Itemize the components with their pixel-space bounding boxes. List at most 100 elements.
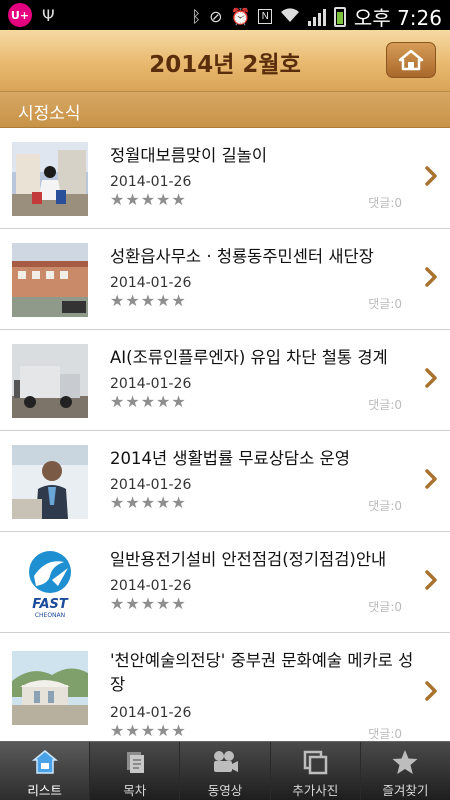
star-icon: ★: [156, 721, 171, 740]
list-item[interactable]: FAST CHEONAN 일반용전기설비 안전점검(정기점검)안내 2014-0…: [0, 532, 450, 633]
article-thumbnail: [12, 344, 88, 418]
rating-stars: ★ ★ ★ ★ ★: [110, 394, 186, 410]
star-icon: ★: [125, 493, 140, 512]
home-icon: [398, 49, 424, 71]
star-icon: ★: [156, 493, 171, 512]
star-icon: ★: [110, 493, 125, 512]
fast-logo-subtext: CHEONAN: [35, 612, 65, 619]
article-date: 2014-01-26: [110, 376, 192, 392]
comment-count: 댓글:0: [368, 499, 402, 513]
star-icon: ★: [110, 291, 125, 310]
chevron-right-icon: [425, 368, 437, 388]
list-item[interactable]: AI(조류인플루엔자) 유입 차단 철통 경계 2014-01-26 ★ ★ ★ ★ ★…: [0, 330, 450, 431]
star-icon: ★: [110, 594, 125, 613]
battery-icon: [333, 6, 346, 27]
star-icon: ★: [171, 291, 186, 310]
mute-icon: ⊘: [209, 7, 223, 26]
carrier-logo: U+: [8, 3, 32, 27]
star-icon: ★: [140, 392, 156, 411]
article-title: AI(조류인플루엔자) 유입 차단 철통 경계: [110, 348, 388, 367]
rating-stars: ★ ★ ★ ★ ★: [110, 596, 186, 612]
article-thumbnail: [12, 651, 88, 725]
article-thumbnail: [12, 142, 88, 216]
chevron-right-icon: [425, 681, 437, 701]
rating-stars: ★ ★ ★ ★ ★: [110, 723, 186, 739]
article-thumbnail: [12, 243, 88, 317]
list-item[interactable]: '천안예술의전당' 중부권 문화예술 메카로 성장 2014-01-26 ★ ★ ★…: [0, 633, 450, 743]
bluetooth-icon: ᛒ: [191, 7, 202, 26]
tab-video[interactable]: 동영상: [180, 742, 271, 800]
tab-favorites[interactable]: 즐겨찾기: [361, 742, 450, 800]
star-icon: ★: [156, 190, 171, 209]
star-icon: ★: [140, 721, 156, 740]
article-title: 2014년 생활법률 무료상담소 운영: [110, 449, 350, 468]
article-date: 2014-01-26: [110, 275, 192, 291]
star-icon: ★: [125, 594, 140, 613]
home-button[interactable]: [386, 42, 436, 78]
app-header: 2014년 2월호: [0, 30, 450, 92]
comment-count: 댓글:0: [368, 600, 402, 614]
star-icon: ★: [140, 493, 156, 512]
tab-label: 추가사진: [292, 783, 339, 798]
star-icon: ★: [110, 392, 125, 411]
bottom-nav: 리스트 목차 동영상 추가사진 즐겨찾기: [0, 741, 450, 800]
section-title: 시정소식: [18, 104, 81, 124]
video-camera-icon: [214, 751, 238, 772]
star-icon: ★: [171, 493, 186, 512]
comment-count: 댓글:0: [368, 297, 402, 311]
rating-stars: ★ ★ ★ ★ ★: [110, 293, 186, 309]
star-icon: ★: [140, 594, 156, 613]
star-icon: ★: [156, 291, 171, 310]
alarm-icon: ⏰: [230, 7, 251, 26]
photos-icon: [303, 750, 328, 775]
page-title: 2014년 2월호: [149, 52, 301, 78]
tab-label: 목차: [123, 783, 147, 798]
signal-icon: [307, 8, 326, 26]
tab-photos[interactable]: 추가사진: [271, 742, 361, 800]
article-list: 정월대보름맞이 길놀이 2014-01-26 ★ ★ ★ ★ ★ 댓글:0 성환읍사무소…: [0, 128, 450, 743]
article-date: 2014-01-26: [110, 705, 192, 721]
tab-label: 동영상: [207, 783, 243, 798]
list-item[interactable]: 성환읍사무소 · 청룡동주민센터 새단장 2014-01-26 ★ ★ ★ ★ ★ 댓글…: [0, 229, 450, 330]
star-icon: ★: [171, 594, 186, 613]
article-title: 성환읍사무소 · 청룡동주민센터 새단장: [110, 247, 374, 266]
rating-stars: ★ ★ ★ ★ ★: [110, 192, 186, 208]
article-date: 2014-01-26: [110, 477, 192, 493]
wifi-icon: [280, 7, 300, 27]
tab-label: 리스트: [27, 783, 62, 798]
section-header: 시정소식: [0, 92, 450, 128]
star-icon: ★: [171, 721, 186, 740]
nfc-icon: N: [258, 9, 272, 24]
chevron-right-icon: [425, 570, 437, 590]
article-thumbnail: [12, 445, 88, 519]
comment-count: 댓글:0: [368, 398, 402, 412]
star-icon: ★: [171, 392, 186, 411]
tab-label: 즐겨찾기: [382, 783, 429, 798]
tab-contents[interactable]: 목차: [90, 742, 181, 800]
fast-logo-text: FAST: [32, 597, 69, 612]
star-icon: ★: [140, 291, 156, 310]
star-icon: ★: [125, 392, 140, 411]
tab-list[interactable]: 리스트: [0, 742, 91, 800]
article-title: 일반용전기설비 안전점검(정기점검)안내: [110, 550, 387, 569]
star-icon: ★: [125, 291, 140, 310]
star-icon: ★: [110, 190, 125, 209]
article-date: 2014-01-26: [110, 578, 192, 594]
star-icon: ★: [156, 392, 171, 411]
document-icon: [126, 752, 144, 773]
comment-count: 댓글:0: [368, 196, 402, 210]
star-icon: ★: [110, 721, 125, 740]
star-icon: ★: [156, 594, 171, 613]
list-item[interactable]: 정월대보름맞이 길놀이 2014-01-26 ★ ★ ★ ★ ★ 댓글:0: [0, 128, 450, 229]
article-title: 정월대보름맞이 길놀이: [110, 146, 268, 165]
comment-count: 댓글:0: [368, 727, 402, 741]
star-icon: ★: [171, 190, 186, 209]
chevron-right-icon: [425, 469, 437, 489]
star-icon: [392, 750, 418, 774]
chevron-right-icon: [425, 267, 437, 287]
status-bar: U+ Ψ ᛒ ⊘ ⏰ N 오후 7:26: [0, 0, 450, 30]
list-item[interactable]: 2014년 생활법률 무료상담소 운영 2014-01-26 ★ ★ ★ ★ ★ 댓글:…: [0, 431, 450, 532]
star-icon: ★: [125, 190, 140, 209]
article-date: 2014-01-26: [110, 174, 192, 190]
star-icon: ★: [125, 721, 140, 740]
